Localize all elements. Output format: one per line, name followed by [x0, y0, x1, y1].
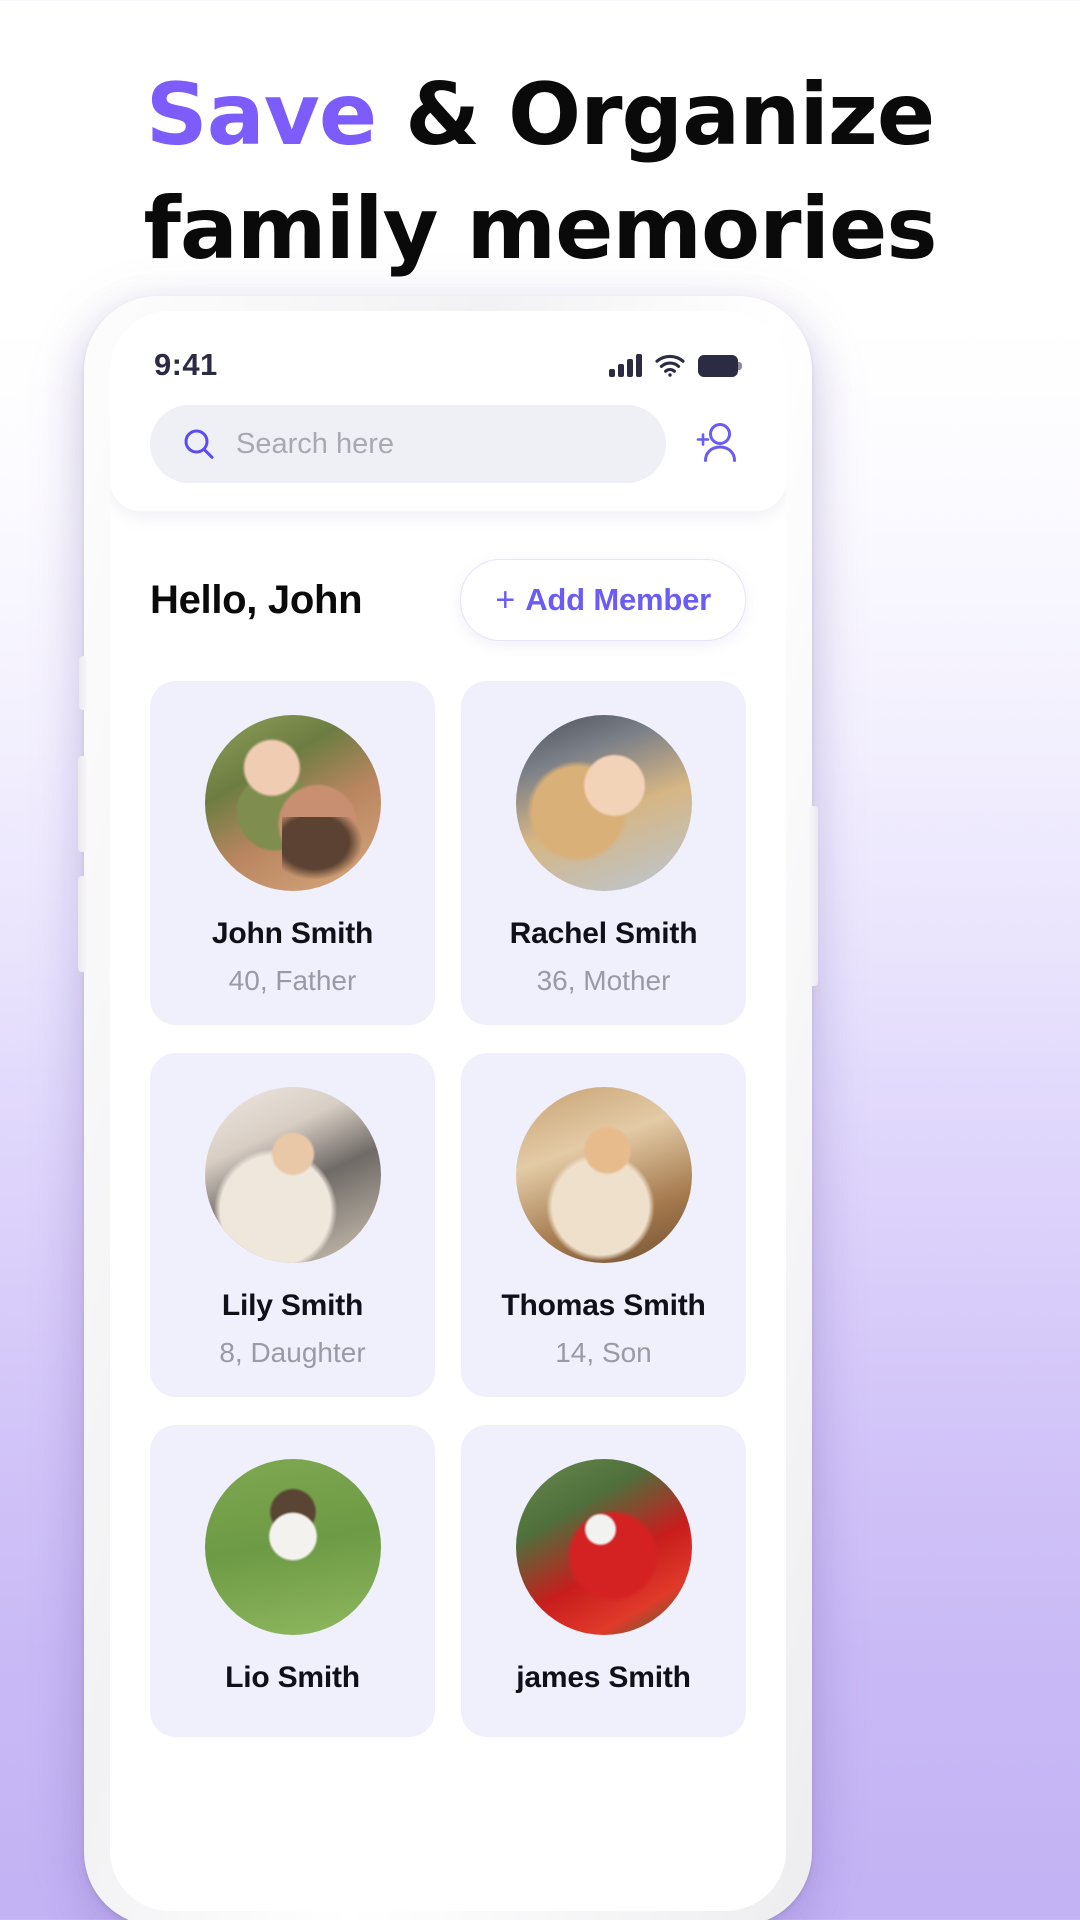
phone-screen: 9:41 Search here Hello, John + Add Membe… — [110, 311, 786, 1911]
add-member-button[interactable]: + Add Member — [460, 559, 746, 641]
status-bar: 9:41 — [110, 311, 786, 391]
plus-icon: + — [495, 581, 516, 619]
member-meta: 36, Mother — [536, 965, 671, 996]
headline-line-1: Save & Organize — [0, 58, 1080, 172]
status-time: 9:41 — [154, 347, 218, 382]
member-meta: 14, Son — [555, 1337, 652, 1368]
headline-accent-word: Save — [145, 65, 377, 165]
page-title: Hello, John — [150, 577, 363, 622]
member-name: james Smith — [516, 1661, 691, 1694]
headline-line-2: family memories — [143, 179, 937, 280]
member-meta: 40, Father — [228, 965, 357, 996]
phone-mockup: 9:41 Search here Hello, John + Add Membe… — [72, 296, 824, 1920]
headline-line-1-rest: & Organize — [376, 65, 935, 165]
avatar — [204, 1459, 381, 1635]
app-header: 9:41 Search here — [110, 311, 786, 511]
member-card[interactable]: John Smith 40, Father — [150, 681, 435, 1025]
signal-icon — [609, 353, 642, 377]
phone-power-button[interactable] — [809, 806, 818, 986]
avatar — [515, 1459, 692, 1635]
battery-icon — [698, 355, 742, 377]
member-card[interactable]: james Smith — [461, 1425, 746, 1737]
member-name: Rachel Smith — [509, 917, 698, 950]
member-name: John Smith — [211, 917, 374, 950]
member-card[interactable]: Lio Smith — [150, 1425, 435, 1737]
member-grid: John Smith 40, Father Rachel Smith 36, M… — [110, 641, 786, 1737]
member-meta: 8, Daughter — [219, 1337, 366, 1368]
member-card[interactable]: Thomas Smith 14, Son — [461, 1053, 746, 1397]
member-card[interactable]: Rachel Smith 36, Mother — [461, 681, 746, 1025]
member-name: Lily Smith — [221, 1289, 364, 1322]
search-input[interactable]: Search here — [150, 405, 666, 483]
search-row: Search here — [110, 391, 786, 483]
member-name: Thomas Smith — [501, 1289, 706, 1322]
member-name: Lio Smith — [225, 1661, 360, 1694]
phone-frame: 9:41 Search here Hello, John + Add Membe… — [78, 296, 818, 1920]
search-icon — [182, 427, 216, 461]
greeting-row: Hello, John + Add Member — [110, 511, 786, 641]
person-add-icon[interactable] — [688, 415, 746, 473]
search-placeholder: Search here — [236, 427, 394, 460]
avatar — [515, 715, 692, 891]
avatar — [204, 1087, 381, 1263]
phone-volume-up-button[interactable] — [78, 756, 87, 852]
phone-volume-down-button[interactable] — [78, 876, 87, 972]
phone-silent-switch[interactable] — [79, 656, 87, 710]
avatar — [515, 1087, 692, 1263]
wifi-icon — [655, 354, 685, 377]
page-headline: Save & Organize family memories — [0, 58, 1080, 287]
member-card[interactable]: Lily Smith 8, Daughter — [150, 1053, 435, 1397]
add-member-label: Add Member — [525, 582, 711, 617]
avatar — [204, 715, 381, 891]
status-icons — [609, 353, 742, 377]
